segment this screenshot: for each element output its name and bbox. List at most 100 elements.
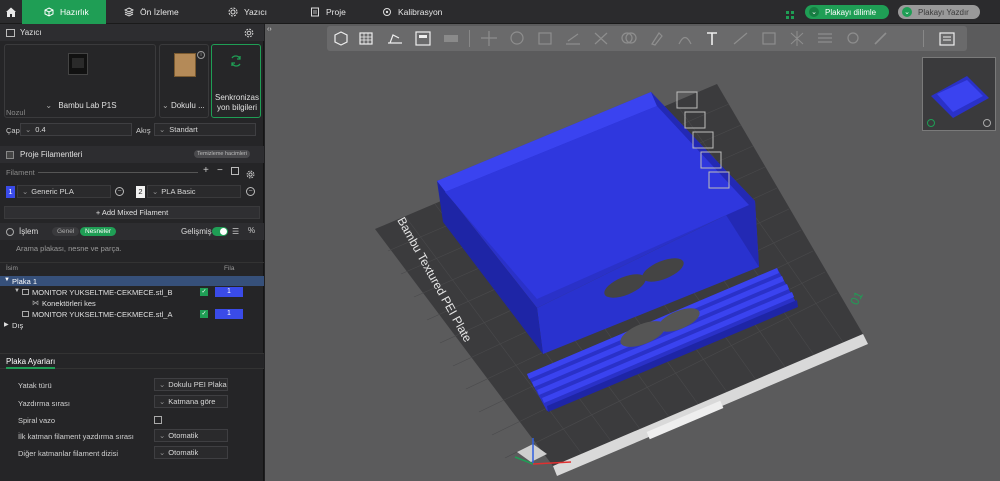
tree-row-connectors[interactable]: ⋈ Konektörleri kes (0, 298, 264, 308)
add-object-icon[interactable] (331, 29, 351, 48)
support-paint-icon[interactable] (647, 29, 667, 48)
pencil-icon[interactable] (871, 29, 891, 48)
tab-plate-settings[interactable]: Plaka Ayarları (6, 357, 56, 369)
split-icon[interactable] (441, 29, 461, 48)
tab-label: Kalibrasyon (398, 6, 443, 17)
seam-paint-icon[interactable] (675, 29, 695, 48)
grid-icon[interactable] (785, 7, 795, 19)
object-list-icon[interactable] (937, 29, 957, 48)
tree-label: Dış (12, 321, 24, 330)
diameter-select[interactable]: ⌄ 0.4 (20, 123, 132, 136)
move-icon[interactable] (479, 29, 499, 48)
text-tool-icon[interactable] (703, 29, 723, 48)
assembly-icon[interactable] (759, 29, 779, 48)
setting-value: Katmana göre (168, 397, 216, 406)
checkbox-checked-icon[interactable]: ✓ (200, 288, 208, 296)
variable-layer-icon[interactable] (815, 29, 835, 48)
remove-filament-icon[interactable]: − (217, 165, 223, 176)
gear-icon (228, 7, 238, 17)
filament-index: 2 (138, 187, 143, 196)
flow-select[interactable]: ⌄ Standart (154, 123, 256, 136)
tree-col-name: İsim (6, 265, 18, 272)
printer-card[interactable]: ⌄ Bambu Lab P1S (4, 44, 156, 118)
percent-icon[interactable]: % (248, 226, 255, 235)
3d-viewport[interactable]: Bambu Textured PEI Plate 01 ‹› (265, 24, 1000, 481)
filament-badge[interactable]: 1 (215, 309, 243, 319)
textured-plate-image (174, 53, 196, 77)
add-plate-icon[interactable] (357, 29, 377, 48)
checkbox-checked-icon[interactable]: ✓ (200, 310, 208, 318)
tree-header: İsim Fila (0, 262, 264, 274)
spiral-vase-checkbox[interactable] (154, 416, 162, 424)
toggle-objects[interactable]: Nesneler (80, 227, 117, 236)
home-icon[interactable] (0, 0, 22, 24)
measure-icon[interactable] (731, 29, 751, 48)
tree-label: MONITOR YUKSELTME-CEKMECE.stl_A (32, 310, 173, 319)
filament-2-select[interactable]: ⌄ PLA Basic (147, 185, 241, 198)
tab-preview[interactable]: Ön İzleme (106, 0, 202, 24)
info-icon[interactable]: i (197, 51, 205, 59)
bed-type-select[interactable]: ⌄ Dokulu PEI Plaka (154, 378, 228, 391)
add-mixed-filament-button[interactable]: + Add Mixed Filament (4, 206, 260, 219)
remove-filament-1-icon[interactable]: − (115, 187, 124, 196)
sync-icon (229, 54, 243, 73)
print-label: Plakayı Yazdır (918, 7, 969, 17)
tab-project[interactable]: Proje (288, 0, 360, 24)
boolean-icon[interactable] (619, 29, 639, 48)
brim-ears-icon[interactable] (843, 29, 863, 48)
slice-plate-button[interactable]: ⌄ Plakayı dilimle (805, 5, 889, 19)
tree-row-plate[interactable]: ▼ Plaka 1 (0, 276, 264, 286)
cut-icon[interactable] (591, 29, 611, 48)
collapse-sidebar-icon[interactable]: ‹› (267, 26, 272, 33)
print-plate-button[interactable]: ⌄ Plakayı Yazdır (898, 5, 980, 19)
other-layers-sequence-select[interactable]: ⌄ Otomatik (154, 446, 228, 459)
toggle-global[interactable]: Genel (52, 227, 80, 236)
advanced-toggle[interactable] (212, 227, 228, 236)
object-icon (22, 289, 29, 295)
tab-printer[interactable]: Yazıcı (202, 0, 288, 24)
remove-filament-2-icon[interactable]: − (246, 187, 255, 196)
tab-calibration[interactable]: Kalibrasyon (360, 0, 470, 24)
first-layer-sequence-select[interactable]: ⌄ Otomatik (154, 429, 228, 442)
sync-button[interactable]: Senkronizas yon bilgileri (211, 44, 261, 118)
add-mixed-label: + Add Mixed Filament (95, 208, 169, 217)
filament-2-swatch[interactable]: 2 (136, 186, 145, 198)
save-icon[interactable] (231, 167, 239, 175)
lay-on-face-icon[interactable] (563, 29, 583, 48)
filament-spool-icon (6, 150, 14, 159)
rotate-icon[interactable] (507, 29, 527, 48)
filament-1-swatch[interactable]: 1 (6, 186, 15, 198)
sync-label-2: yon bilgileri (216, 103, 258, 112)
mesh-repair-icon[interactable] (787, 29, 807, 48)
cube-icon (44, 6, 54, 17)
tree-row-outside[interactable]: ▶ Dış (0, 320, 264, 330)
add-filament-icon[interactable]: + (203, 165, 209, 176)
tab-prepare[interactable]: Hazırlık (22, 0, 106, 24)
plate-card[interactable]: i ⌄ Dokulu ... (159, 44, 209, 118)
setting-label: Diğer katmanlar filament dizisi (18, 449, 119, 458)
setting-label: Spiral vazo (18, 416, 56, 425)
tree-row-object-b[interactable]: ▼ MONITOR YUKSELTME-CEKMECE.stl_B ✓ 1 (0, 287, 264, 297)
flush-volumes-badge[interactable]: Temizleme hacimleri (194, 150, 250, 158)
thumbnail-more-icon[interactable] (983, 119, 991, 127)
plate-thumbnail[interactable] (922, 57, 996, 131)
plate-number: 01 (847, 289, 866, 308)
arrange-icon[interactable] (413, 29, 433, 48)
auto-orient-icon[interactable] (385, 29, 405, 48)
list-icon[interactable]: ☰ (232, 227, 239, 236)
filament-badge[interactable]: 1 (215, 287, 243, 297)
setting-value: Dokulu PEI Plaka (168, 380, 227, 389)
filament-settings-icon[interactable] (246, 166, 255, 184)
filament-1-select[interactable]: ⌄ Generic PLA (17, 185, 111, 198)
tree-row-object-a[interactable]: MONITOR YUKSELTME-CEKMECE.stl_A ✓ 1 (0, 309, 264, 319)
chevron-down-icon[interactable]: ⌄ (809, 7, 819, 17)
settings-gear-icon[interactable] (244, 28, 254, 40)
scale-icon[interactable] (535, 29, 555, 48)
chevron-down-icon[interactable]: ⌄ (902, 7, 912, 17)
tree-label: MONITOR YUKSELTME-CEKMECE.stl_B (32, 288, 173, 297)
tab-label: Proje (326, 6, 346, 17)
search-input[interactable]: Arama plakası, nesne ve parça. (16, 244, 246, 256)
process-header-label: İşlem (19, 227, 39, 236)
tab-label: Ön İzleme (140, 6, 179, 17)
print-sequence-select[interactable]: ⌄ Katmana göre (154, 395, 228, 408)
